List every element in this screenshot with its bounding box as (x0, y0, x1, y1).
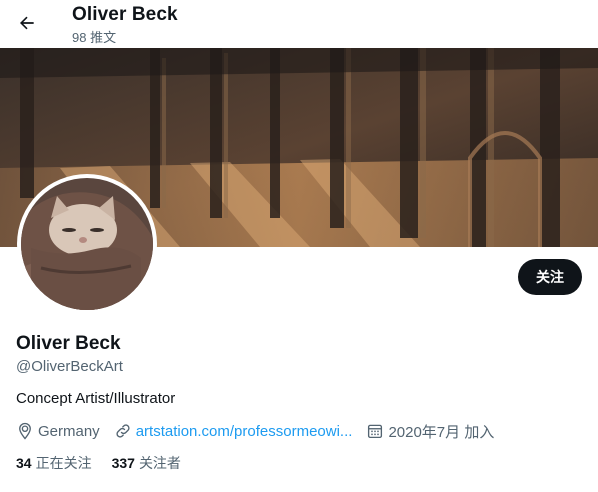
arrow-left-icon (20, 16, 34, 30)
display-name: Oliver Beck (16, 333, 121, 354)
link-icon (116, 424, 130, 438)
join-date: 2020年7月 加入 (366, 421, 494, 442)
followers-count: 337 (111, 455, 135, 471)
calendar-icon (368, 424, 383, 439)
location-pin-icon (19, 422, 31, 440)
followers-link[interactable]: 337 关注者 (112, 453, 181, 473)
bio: Concept Artist/Illustrator (16, 390, 176, 407)
following-label: 正在关注 (35, 455, 92, 471)
follow-button[interactable]: 关注 (518, 259, 582, 295)
user-handle: @OliverBeckArt (16, 358, 123, 375)
tweet-count: 98 推文 (72, 30, 117, 45)
profile-header: Oliver Beck 98 推文 (0, 0, 598, 48)
header-title: Oliver Beck (72, 4, 178, 25)
following-count: 34 (16, 455, 32, 471)
follow-counts: 34 正在关注 337 关注者 (16, 453, 201, 473)
back-button[interactable] (10, 6, 44, 40)
location-text: Germany (38, 422, 100, 440)
profile-meta: Germany artstation.com/professormeowi...… (16, 421, 508, 441)
website-link[interactable]: artstation.com/professormeowi... (136, 423, 353, 440)
website: artstation.com/professormeowi... (114, 422, 353, 440)
location: Germany (16, 422, 100, 440)
join-date-text: 2020年7月 加入 (388, 423, 495, 441)
followers-label: 关注者 (138, 455, 181, 471)
following-link[interactable]: 34 正在关注 (16, 453, 92, 473)
avatar-image (21, 178, 153, 310)
avatar[interactable] (17, 174, 157, 314)
